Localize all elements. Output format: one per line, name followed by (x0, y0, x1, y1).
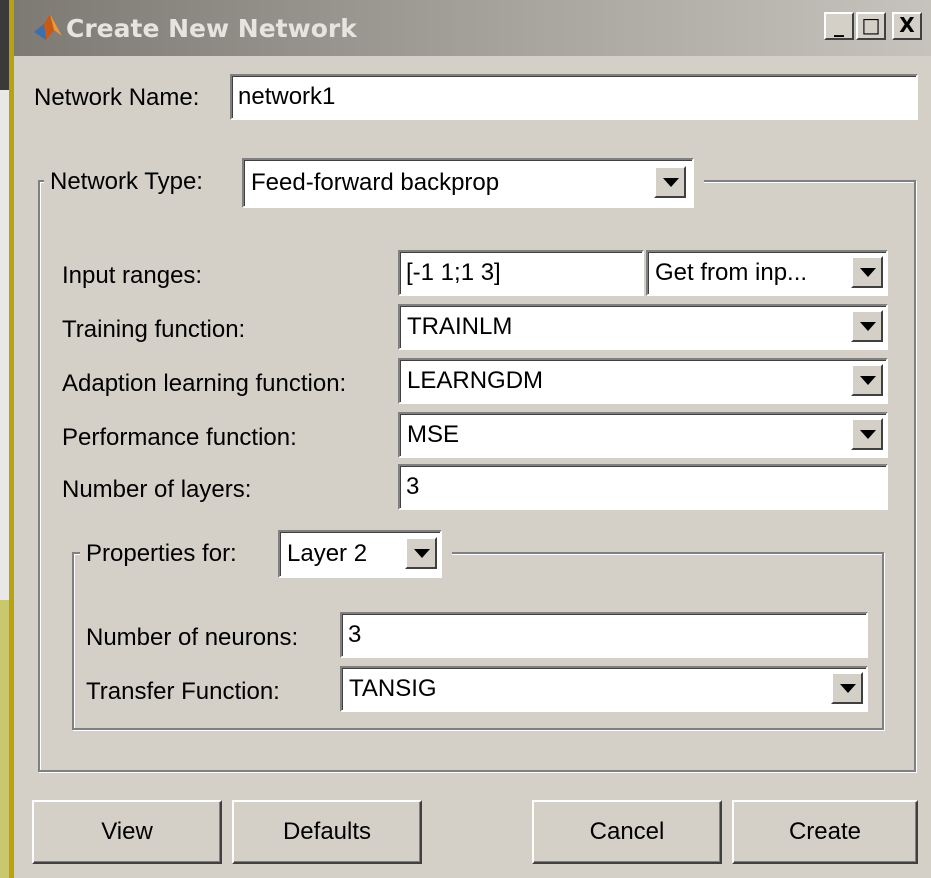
number-of-layers-label: Number of layers: (62, 476, 252, 503)
training-function-value: TRAINLM (407, 313, 513, 340)
layer-select-value: Layer 2 (287, 540, 368, 567)
input-ranges-label: Input ranges: (62, 262, 203, 289)
matlab-logo-icon (34, 14, 62, 40)
chevron-down-icon[interactable] (851, 310, 883, 342)
adaption-learning-function-label: Adaption learning function: (62, 370, 347, 397)
transfer-function-value: TANSIG (349, 675, 437, 702)
maximize-button[interactable]: □ (856, 12, 886, 40)
network-type-value: Feed-forward backprop (251, 169, 500, 196)
title-bar[interactable]: Create New Network _ □ X (14, 0, 931, 56)
window-title: Create New Network (66, 14, 357, 43)
performance-function-label: Performance function: (62, 424, 297, 451)
transfer-function-select[interactable]: TANSIG (340, 666, 868, 712)
network-type-label: Network Type: (50, 168, 203, 195)
properties-for-label: Properties for: (86, 540, 237, 567)
minimize-button[interactable]: _ (824, 12, 854, 40)
network-type-select[interactable]: Feed-forward backprop (242, 158, 694, 208)
chevron-down-icon[interactable] (851, 418, 883, 450)
number-of-layers-input[interactable]: 3 (398, 464, 888, 510)
input-ranges-source-value: Get from inp... (655, 259, 808, 286)
defaults-button[interactable]: Defaults (232, 800, 422, 864)
layer-select[interactable]: Layer 2 (278, 530, 442, 578)
input-ranges-source-select[interactable]: Get from inp... (646, 250, 888, 296)
chevron-down-icon[interactable] (654, 166, 686, 198)
input-ranges-input[interactable]: [-1 1;1 3] (398, 250, 644, 296)
cancel-button[interactable]: Cancel (532, 800, 722, 864)
transfer-function-label: Transfer Function: (86, 678, 280, 705)
performance-function-select[interactable]: MSE (398, 412, 888, 458)
create-button[interactable]: Create (732, 800, 918, 864)
performance-function-value: MSE (407, 421, 460, 448)
adaption-learning-function-select[interactable]: LEARNGDM (398, 358, 888, 404)
close-icon: X (899, 13, 915, 37)
background-strip (0, 0, 14, 878)
training-function-select[interactable]: TRAINLM (398, 304, 888, 350)
network-name-label: Network Name: (34, 84, 200, 111)
adaption-learning-function-value: LEARNGDM (407, 367, 544, 394)
network-name-input[interactable]: network1 (230, 74, 918, 120)
close-button[interactable]: X (892, 12, 922, 40)
view-button[interactable]: View (32, 800, 222, 864)
number-of-neurons-input[interactable]: 3 (340, 612, 868, 658)
chevron-down-icon[interactable] (405, 537, 437, 569)
maximize-icon: □ (861, 13, 881, 37)
training-function-label: Training function: (62, 316, 246, 343)
chevron-down-icon[interactable] (831, 672, 863, 704)
chevron-down-icon[interactable] (851, 256, 883, 288)
create-network-dialog: Create New Network _ □ X Network Name: n… (0, 0, 931, 878)
minimize-icon: _ (834, 13, 844, 37)
number-of-neurons-label: Number of neurons: (86, 624, 299, 651)
chevron-down-icon[interactable] (851, 364, 883, 396)
